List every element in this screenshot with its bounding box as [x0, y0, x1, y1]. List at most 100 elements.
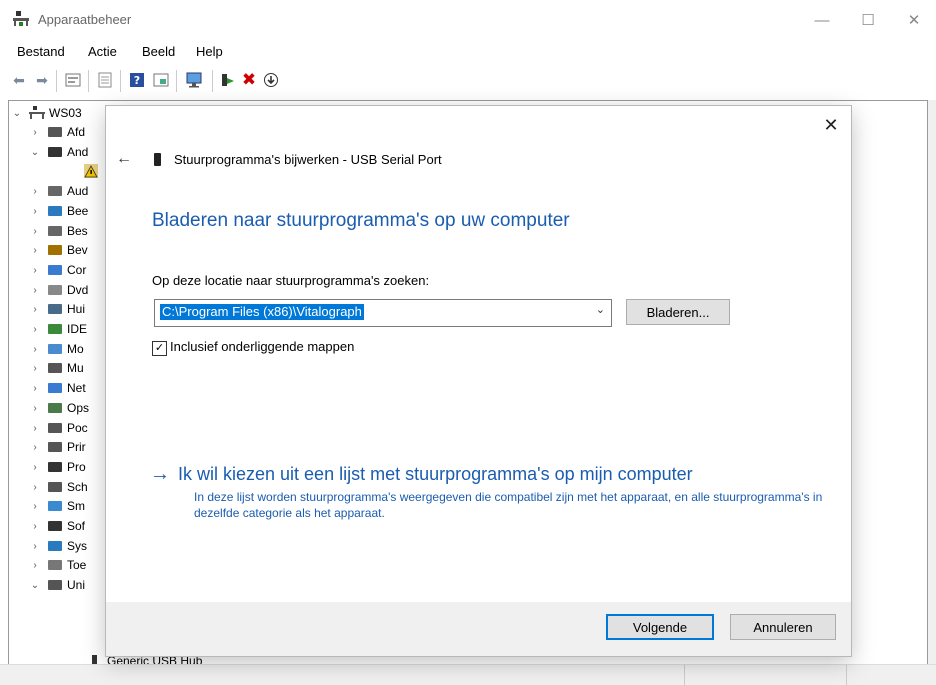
choose-from-list-link[interactable]: Ik wil kiezen uit een lijst met stuurpro… [178, 464, 693, 485]
tree-label: Dvd [67, 282, 89, 297]
arrow-right-icon[interactable]: → [150, 463, 170, 486]
tree-label: Sof [67, 519, 86, 533]
include-subfolders-checkbox[interactable]: ✓ [152, 341, 167, 356]
chevron-down-icon[interactable]: ⌄ [29, 143, 41, 162]
maximize-icon: ☐ [861, 12, 875, 29]
include-subfolders-label[interactable]: Inclusief onderliggende mappen [170, 339, 354, 354]
tree-label: Toe [67, 558, 87, 573]
device-category-icon [47, 302, 63, 316]
tree-label: And [67, 144, 89, 159]
status-divider [846, 665, 847, 685]
chevron-right-icon[interactable]: › [29, 281, 41, 300]
chevron-right-icon[interactable]: › [29, 300, 41, 319]
chevron-right-icon[interactable]: › [29, 556, 41, 575]
device-category-icon [47, 539, 63, 553]
chevron-right-icon[interactable]: › [29, 123, 41, 142]
tree-label: Bes [67, 223, 88, 238]
device-category-icon [47, 460, 63, 474]
chevron-right-icon[interactable]: › [29, 419, 41, 438]
device-category-icon [47, 519, 63, 533]
tree-scrollbar[interactable] [928, 100, 936, 664]
chevron-down-icon[interactable]: ⌄ [29, 576, 41, 595]
chevron-right-icon[interactable]: › [29, 241, 41, 260]
menu-view[interactable]: Beeld [142, 44, 175, 59]
device-category-icon [47, 125, 63, 139]
chevron-right-icon[interactable]: › [29, 261, 41, 280]
device-category-icon [47, 440, 63, 454]
properties-icon[interactable] [64, 71, 82, 89]
maximize-button[interactable]: ☐ [848, 6, 888, 36]
tree-label: Aud [67, 184, 89, 199]
device-category-icon [47, 184, 63, 198]
minimize-button[interactable]: — [802, 6, 842, 36]
list-view-icon[interactable] [96, 71, 114, 89]
computer-icon [29, 106, 45, 120]
chevron-down-icon[interactable]: ⌄ [11, 104, 23, 123]
checkmark-icon: ✓ [154, 342, 165, 354]
dialog-back-button[interactable]: ← [116, 150, 132, 168]
chevron-right-icon[interactable]: › [29, 517, 41, 536]
chevron-right-icon[interactable]: › [29, 182, 41, 201]
cancel-button[interactable]: Annuleren [730, 614, 836, 640]
tree-label: Mo [67, 341, 84, 356]
device-category-icon [47, 558, 63, 572]
update-driver-icon[interactable] [218, 71, 236, 89]
update-driver-dialog: ✕ ← Stuurprogramma's bijwerken - USB Ser… [106, 106, 851, 656]
usb-device-icon [154, 153, 161, 166]
forward-icon[interactable]: ➡ [33, 71, 51, 89]
uninstall-icon[interactable]: ✖ [240, 70, 258, 89]
tree-label: Bee [67, 203, 89, 218]
close-window-button[interactable]: ✕ [894, 6, 934, 36]
path-input-value[interactable]: C:\Program Files (x86)\Vitalograph [160, 304, 364, 320]
back-icon[interactable]: ⬅ [10, 71, 28, 89]
chevron-right-icon[interactable]: › [29, 222, 41, 241]
path-combobox[interactable]: C:\Program Files (x86)\Vitalograph ⌄ [154, 299, 612, 327]
location-label: Op deze locatie naar stuurprogramma's zo… [152, 273, 430, 288]
tree-label: Mu [67, 361, 84, 376]
chevron-right-icon[interactable]: › [29, 438, 41, 457]
chevron-right-icon[interactable]: › [29, 320, 41, 339]
close-icon: ✕ [823, 115, 839, 135]
toolbar-separator [176, 70, 177, 92]
tree-label: Afd [67, 125, 86, 139]
menu-file[interactable]: Bestand [17, 44, 65, 59]
tree-label: Sch [67, 479, 88, 494]
chevron-right-icon[interactable]: › [29, 399, 41, 418]
chevron-right-icon[interactable]: › [29, 202, 41, 221]
tree-label: Cor [67, 262, 87, 277]
device-category-icon [47, 499, 63, 513]
chevron-right-icon[interactable]: › [29, 379, 41, 398]
device-category-icon [47, 283, 63, 297]
choose-from-list-description: In deze lijst worden stuurprogramma's we… [194, 490, 823, 520]
toolbar-separator [120, 70, 121, 92]
help-icon[interactable]: ? [128, 71, 146, 89]
device-category-icon [47, 224, 63, 238]
warning-device-icon [83, 164, 99, 179]
chevron-right-icon[interactable]: › [29, 458, 41, 477]
scan-hardware-icon[interactable] [186, 71, 204, 89]
tree-label: WS03 [49, 106, 82, 120]
status-bar [0, 664, 936, 685]
disable-device-icon[interactable] [262, 71, 280, 89]
chevron-right-icon[interactable]: › [29, 497, 41, 516]
next-button[interactable]: Volgende [606, 614, 714, 640]
chevron-right-icon[interactable]: › [29, 478, 41, 497]
device-category-icon [47, 204, 63, 218]
chevron-down-icon[interactable]: ⌄ [596, 303, 605, 316]
chevron-right-icon[interactable]: › [29, 340, 41, 359]
tree-label: Net [67, 381, 86, 396]
device-category-icon [47, 243, 63, 257]
menu-action[interactable]: Actie [88, 44, 117, 59]
chevron-right-icon[interactable]: › [29, 537, 41, 556]
device-category-icon [47, 263, 63, 277]
device-category-icon [47, 361, 63, 375]
tree-label: IDE [67, 322, 88, 336]
chevron-right-icon[interactable]: › [29, 359, 41, 378]
menu-help[interactable]: Help [196, 44, 223, 59]
browse-button[interactable]: Bladeren... [626, 299, 730, 325]
tree-label: Pro [67, 459, 86, 474]
dialog-close-button[interactable]: ✕ [818, 112, 844, 138]
device-category-icon [47, 342, 63, 356]
hidden-devices-icon[interactable] [152, 71, 170, 89]
device-category-icon [47, 381, 63, 395]
